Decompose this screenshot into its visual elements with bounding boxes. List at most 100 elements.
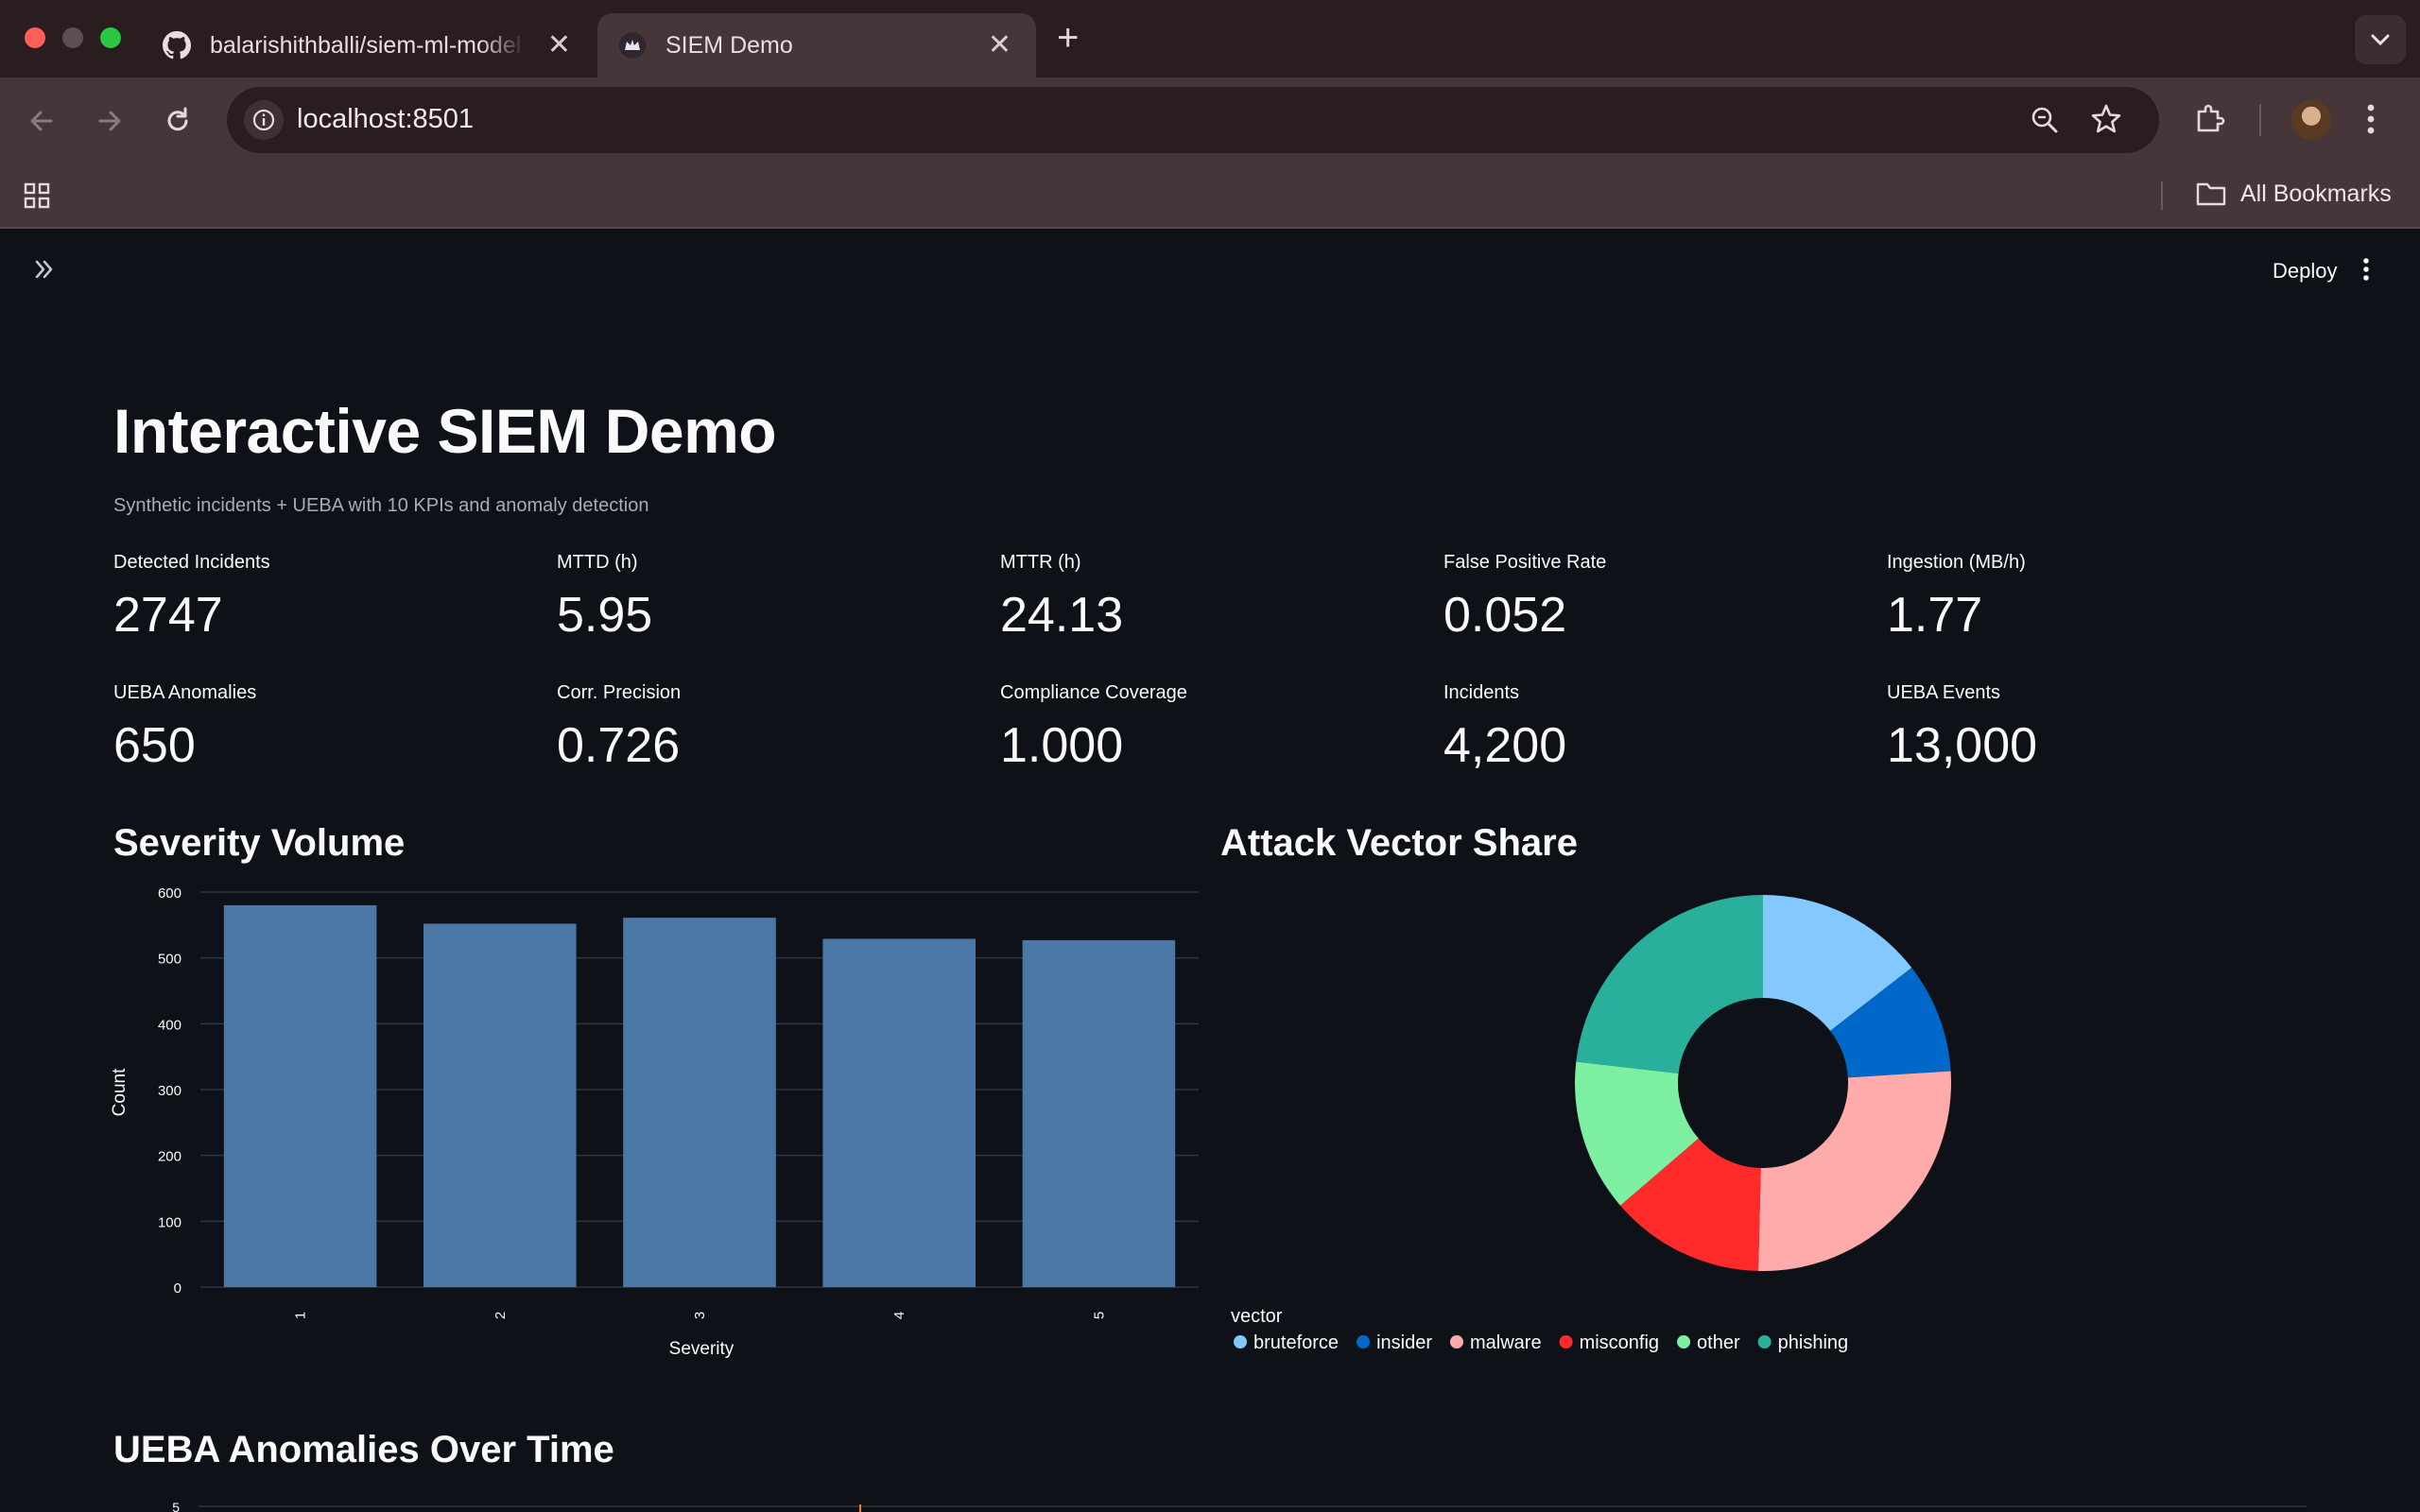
metric-ingestion: Ingestion (MB/h) 1.77	[1887, 552, 2284, 644]
metric-label: MTTR (h)	[1000, 552, 1081, 573]
bar-series	[223, 904, 1176, 1287]
legend-swatch-insider	[1357, 1335, 1371, 1349]
donut-slice-phishing	[1576, 895, 1763, 1074]
profile-avatar[interactable]	[2291, 100, 2331, 140]
bookmarks-divider	[2161, 181, 2163, 210]
donut-slices	[1575, 895, 1951, 1271]
bar-x-axis-label: Severity	[669, 1339, 735, 1359]
window-close-button[interactable]	[25, 27, 45, 48]
metric-value: 0.726	[557, 718, 681, 773]
extensions-puzzle-icon[interactable]	[2191, 100, 2227, 141]
tab-search-button[interactable]	[2355, 15, 2406, 64]
metric-label: Compliance Coverage	[1000, 682, 1187, 703]
metric-label: Detected Incidents	[113, 552, 270, 573]
all-bookmarks-label: All Bookmarks	[2240, 180, 2392, 207]
legend-label-insider: insider	[1376, 1332, 1432, 1353]
bar-y-tick: 100	[158, 1214, 182, 1230]
browser-menu-icon[interactable]	[2365, 98, 2377, 145]
site-info-icon[interactable]	[244, 100, 284, 140]
metric-false-positive-rate: False Positive Rate 0.052	[1443, 552, 1841, 644]
bar-x-tick: 1	[293, 1312, 309, 1319]
expand-sidebar-button[interactable]	[32, 257, 57, 289]
reload-icon	[167, 107, 188, 131]
browser-tab-github[interactable]: balarishithballi/siem-ml-model ✕	[142, 13, 596, 77]
bar-y-tick-labels: 0 100 200 300 400 500 600	[158, 885, 182, 1297]
bar-y-tick: 600	[158, 885, 182, 902]
reload-button[interactable]	[159, 102, 197, 140]
legend-label-other: other	[1697, 1332, 1740, 1353]
legend-label-bruteforce: bruteforce	[1253, 1332, 1339, 1353]
forward-button[interactable]	[91, 102, 129, 140]
browser-toolbar: localhost:8501	[0, 77, 2420, 163]
zoom-icon[interactable]	[2029, 104, 2061, 141]
tab-title: balarishithballi/siem-ml-model	[210, 31, 522, 59]
legend-swatch-other	[1677, 1335, 1691, 1349]
severity-bar-chart[interactable]: 0 100 200 300 400 500 600 1 2 3 4 5 Count Severity	[95, 879, 1229, 1370]
bar-severity-1	[223, 904, 377, 1287]
browser-tab-siem-demo[interactable]: SIEM Demo ✕	[597, 13, 1036, 77]
new-tab-button[interactable]: +	[1057, 19, 1079, 57]
metric-value: 1.000	[1000, 718, 1124, 773]
legend-swatch-malware	[1449, 1335, 1463, 1349]
attack-vector-heading: Attack Vector Share	[1220, 822, 1578, 864]
legend-label-misconfig: misconfig	[1580, 1332, 1659, 1353]
metric-value: 4,200	[1443, 718, 1567, 773]
legend-title: vector	[1231, 1306, 1283, 1327]
arrow-right-icon	[98, 111, 121, 131]
bookmarks-bar: All Bookmarks	[0, 163, 2420, 229]
legend-swatch-misconfig	[1559, 1335, 1573, 1349]
metric-label: Ingestion (MB/h)	[1887, 552, 2026, 573]
bar-severity-3	[623, 918, 776, 1287]
vertical-dots-icon	[2363, 258, 2369, 281]
line-y-tick-label: 5	[172, 1500, 180, 1512]
metric-value: 24.13	[1000, 588, 1124, 643]
address-bar[interactable]: localhost:8501	[227, 87, 2159, 153]
metric-mttr: MTTR (h) 24.13	[1000, 552, 1397, 644]
metric-value: 5.95	[557, 588, 653, 643]
browser-tab-bar: balarishithballi/siem-ml-model ✕ SIEM De…	[0, 0, 2420, 77]
bookmark-star-icon[interactable]	[2089, 102, 2123, 141]
double-chevron-right-icon	[35, 260, 53, 279]
ueba-anomalies-line-chart[interactable]: 5	[95, 1493, 2325, 1512]
window-zoom-button[interactable]	[100, 27, 121, 48]
metric-value: 1.77	[1887, 588, 1983, 643]
legend-label-malware: malware	[1470, 1332, 1542, 1353]
metric-detected-incidents: Detected Incidents 2747	[113, 552, 510, 644]
metric-ueba-events: UEBA Events 13,000	[1887, 682, 2284, 774]
metric-mttd: MTTD (h) 5.95	[557, 552, 954, 644]
metric-label: MTTD (h)	[557, 552, 638, 573]
donut-slice-malware	[1757, 1071, 1951, 1271]
metric-label: False Positive Rate	[1443, 552, 1607, 573]
metric-label: UEBA Events	[1887, 682, 2001, 703]
chevron-down-icon	[2371, 34, 2390, 46]
url-text[interactable]: localhost:8501	[297, 104, 474, 135]
bar-x-tick: 2	[493, 1312, 509, 1319]
window-minimize-button[interactable]	[62, 27, 83, 48]
github-icon	[163, 31, 191, 60]
all-bookmarks-button[interactable]: All Bookmarks	[2195, 180, 2392, 208]
bar-severity-2	[424, 923, 577, 1287]
bar-y-tick: 200	[158, 1149, 182, 1165]
bar-x-tick: 5	[1091, 1312, 1107, 1319]
tab-close-icon[interactable]: ✕	[547, 31, 571, 60]
legend-swatch-phishing	[1757, 1335, 1772, 1349]
attack-vector-donut-chart[interactable]: vector bruteforce insider malware misconfig…	[1219, 879, 2354, 1370]
metric-value: 13,000	[1887, 718, 2038, 773]
legend-label-phishing: phishing	[1778, 1332, 1849, 1353]
tab-close-icon[interactable]: ✕	[988, 31, 1011, 60]
bar-severity-4	[822, 938, 976, 1287]
metric-value: 2747	[113, 588, 223, 643]
legend-swatch-bruteforce	[1234, 1335, 1247, 1349]
metric-corr-precision: Corr. Precision 0.726	[557, 682, 954, 774]
bar-y-axis-label: Count	[110, 1068, 130, 1116]
apps-grid-icon[interactable]	[23, 181, 51, 215]
bar-y-tick: 400	[158, 1017, 182, 1033]
bar-x-tick: 3	[692, 1312, 708, 1319]
bar-severity-5	[1022, 939, 1176, 1287]
metric-compliance-coverage: Compliance Coverage 1.000	[1000, 682, 1397, 774]
app-menu-button[interactable]	[2361, 255, 2371, 288]
bar-x-tick-labels: 1 2 3 4 5	[293, 1312, 1108, 1319]
back-button[interactable]	[23, 102, 60, 140]
bar-y-tick: 300	[158, 1083, 182, 1099]
deploy-button[interactable]: Deploy	[2273, 259, 2337, 284]
